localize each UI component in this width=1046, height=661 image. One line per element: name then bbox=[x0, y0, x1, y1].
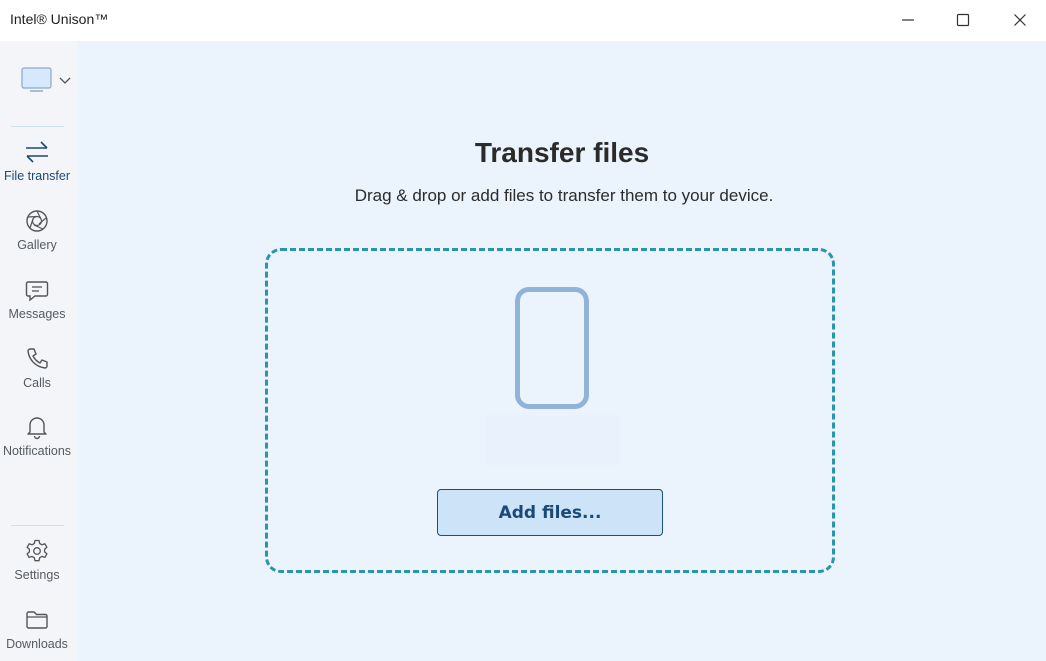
sidebar-item-label: File transfer bbox=[4, 169, 70, 183]
phone-icon bbox=[27, 348, 48, 369]
transfer-arrows-icon bbox=[26, 141, 48, 163]
file-drop-zone[interactable]: Add files... bbox=[265, 248, 835, 573]
sidebar-item-notifications[interactable]: Notifications bbox=[0, 412, 74, 474]
chat-icon bbox=[25, 281, 49, 302]
sidebar-item-label: Notifications bbox=[2, 444, 72, 458]
device-name bbox=[485, 415, 620, 465]
sidebar-item-file-transfer[interactable]: File transfer bbox=[0, 137, 74, 199]
close-icon bbox=[1014, 14, 1026, 26]
maximize-icon bbox=[956, 13, 970, 27]
title-bar: Intel® Unison™ bbox=[0, 0, 1046, 41]
sidebar-divider-top bbox=[11, 126, 64, 127]
gear-icon bbox=[26, 539, 48, 562]
minimize-icon bbox=[902, 19, 914, 21]
sidebar-item-label: Downloads bbox=[6, 637, 68, 651]
device-selector[interactable] bbox=[20, 65, 74, 95]
sidebar-item-gallery[interactable]: Gallery bbox=[0, 206, 74, 268]
page-subtitle: Drag & drop or add files to transfer the… bbox=[354, 186, 774, 205]
chevron-down-icon bbox=[59, 77, 71, 84]
phone-device-icon bbox=[515, 287, 589, 409]
sidebar: File transfer Gallery Messages Calls Not… bbox=[0, 41, 78, 661]
sidebar-item-label: Settings bbox=[14, 568, 60, 582]
sidebar-item-messages[interactable]: Messages bbox=[0, 275, 74, 337]
bell-icon bbox=[27, 417, 47, 440]
sidebar-item-calls[interactable]: Calls bbox=[0, 344, 74, 406]
sidebar-item-settings[interactable]: Settings bbox=[0, 536, 74, 598]
maximize-button[interactable] bbox=[935, 0, 991, 40]
sidebar-item-label: Messages bbox=[8, 307, 66, 321]
main-content: Transfer files Drag & drop or add files … bbox=[78, 41, 1046, 661]
sidebar-item-label: Gallery bbox=[17, 238, 57, 252]
close-button[interactable] bbox=[992, 0, 1046, 40]
minimize-button[interactable] bbox=[880, 0, 936, 40]
app-title: Intel® Unison™ bbox=[10, 11, 109, 27]
folder-icon bbox=[26, 611, 48, 629]
sidebar-item-label: Calls bbox=[23, 376, 51, 390]
sidebar-item-downloads[interactable]: Downloads bbox=[0, 605, 74, 661]
aperture-icon bbox=[26, 210, 48, 232]
add-files-button[interactable]: Add files... bbox=[437, 489, 663, 536]
sidebar-divider-bottom bbox=[11, 525, 64, 526]
page-title: Transfer files bbox=[474, 137, 650, 168]
monitor-icon bbox=[21, 67, 52, 92]
